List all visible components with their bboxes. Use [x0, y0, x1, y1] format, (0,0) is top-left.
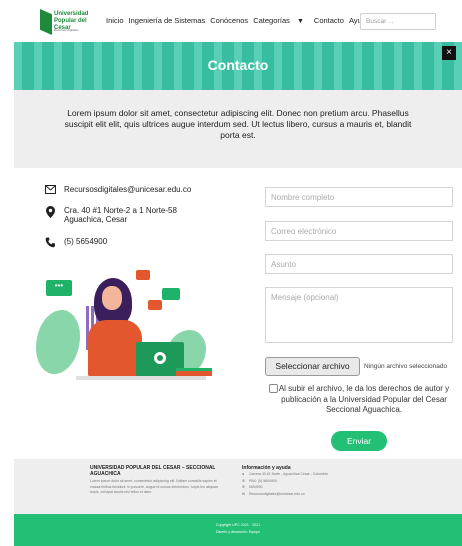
leaf-shape [36, 310, 80, 374]
nav-categorias-label: Categorías [253, 16, 290, 25]
footer: UNIVERSIDAD POPULAR DEL CESAR – SECCIONA… [14, 459, 462, 514]
consent-text: Al subir el archivo, le da los derechos … [278, 384, 450, 414]
page-title: Contacto [207, 57, 269, 73]
footer-pbx-text: PBX: (5) 5654900 [249, 478, 277, 483]
envelope-icon: ✉ [242, 491, 245, 496]
phone-icon [44, 237, 56, 250]
university-logo[interactable]: Universidad Popular del Cesar Recursos d… [40, 9, 88, 35]
logo-mark-icon [40, 9, 52, 35]
footer-email: ✉ Recursosdigitales@unicesar.edu.co [242, 491, 382, 498]
nav-ingenieria[interactable]: Ingeniería de Sistemas [129, 16, 206, 25]
desk [76, 376, 206, 380]
name-input[interactable]: Nombre completo [265, 187, 453, 207]
address-line-2: Aguachica, Cesar [64, 215, 128, 224]
person-face [102, 286, 122, 310]
contact-address: Cra. 40 #1 Norte-2 a 1 Norte-58 Aguachic… [44, 206, 177, 224]
message-textarea[interactable]: Mensaje (opcional) [265, 287, 453, 343]
books-icon [176, 368, 212, 376]
logo-line-1: Universidad [54, 11, 89, 17]
chat-bubble-icon [148, 300, 162, 310]
file-status: Ningún archivo seleccionado [364, 363, 448, 370]
location-pin-icon [44, 206, 56, 220]
footer-address-text: Carrera 40 #1 Norte - Aguachica Cesar - … [249, 472, 328, 476]
nav-categorias[interactable]: Categorías ▼ [253, 16, 309, 25]
close-icon[interactable]: × [442, 46, 456, 60]
chat-bubble-icon [162, 288, 180, 300]
footer-org: UNIVERSIDAD POPULAR DEL CESAR – SECCIONA… [90, 465, 220, 496]
contact-email-text[interactable]: Recursosdigitales@unicesar.edu.co [64, 185, 191, 194]
envelope-icon [44, 185, 56, 196]
select-file-button[interactable]: Seleccionar archivo [265, 357, 360, 376]
person-body [88, 320, 142, 378]
logo-subtitle: Recursos digitales [54, 28, 79, 32]
address-line-1: Cra. 40 #1 Norte-2 a 1 Norte-58 [64, 206, 177, 215]
laptop-logo [154, 352, 166, 364]
footer-org-text: Lorem ipsum dolor sit amet, consectetur … [90, 479, 219, 494]
subject-input[interactable]: Asunto [265, 254, 453, 274]
footer-info: Información y ayuda ● Carrera 40 #1 Norte… [242, 465, 382, 497]
search-input[interactable]: Buscar ... [360, 13, 436, 30]
contact-email: Recursosdigitales@unicesar.edu.co [44, 185, 191, 196]
support-illustration: ••• [36, 270, 216, 386]
copyright-text: Copyright UPC 2021 · 2021 [215, 523, 261, 527]
chevron-down-icon: ▼ [296, 18, 304, 25]
top-navigation: Universidad Popular del Cesar Recursos d… [0, 0, 462, 42]
footer-phone-text: 5654900 [249, 485, 263, 489]
nav-conocenos[interactable]: Conócenos [210, 16, 248, 25]
hero-banner: Contacto × [14, 42, 462, 90]
intro-section: Lorem ipsum dolor sit amet, consectetur … [14, 90, 462, 168]
contact-phone-text[interactable]: (5) 5654900 [64, 237, 107, 246]
contact-address-text: Cra. 40 #1 Norte-2 a 1 Norte-58 Aguachic… [64, 206, 177, 224]
email-input[interactable]: Correo electrónico [265, 221, 453, 241]
send-button[interactable]: Enviar [331, 431, 387, 451]
credits-text: Diseño y desarrollo: Equipo [216, 530, 260, 534]
contact-phone: (5) 5654900 [44, 237, 107, 250]
nav-inicio[interactable]: Inicio [106, 16, 124, 25]
main-nav: Inicio Ingeniería de Sistemas Conócenos … [106, 16, 375, 25]
chat-bubble-icon [136, 270, 150, 280]
footer-org-title: UNIVERSIDAD POPULAR DEL CESAR – SECCIONA… [90, 465, 216, 477]
chat-bubble-icon: ••• [46, 280, 72, 296]
copyright-bar: Copyright UPC 2021 · 2021 Diseño y desar… [14, 514, 462, 546]
intro-text: Lorem ipsum dolor sit amet, consectetur … [64, 108, 412, 140]
footer-email-text[interactable]: Recursosdigitales@unicesar.edu.co [249, 492, 305, 496]
nav-contacto[interactable]: Contacto [314, 16, 344, 25]
